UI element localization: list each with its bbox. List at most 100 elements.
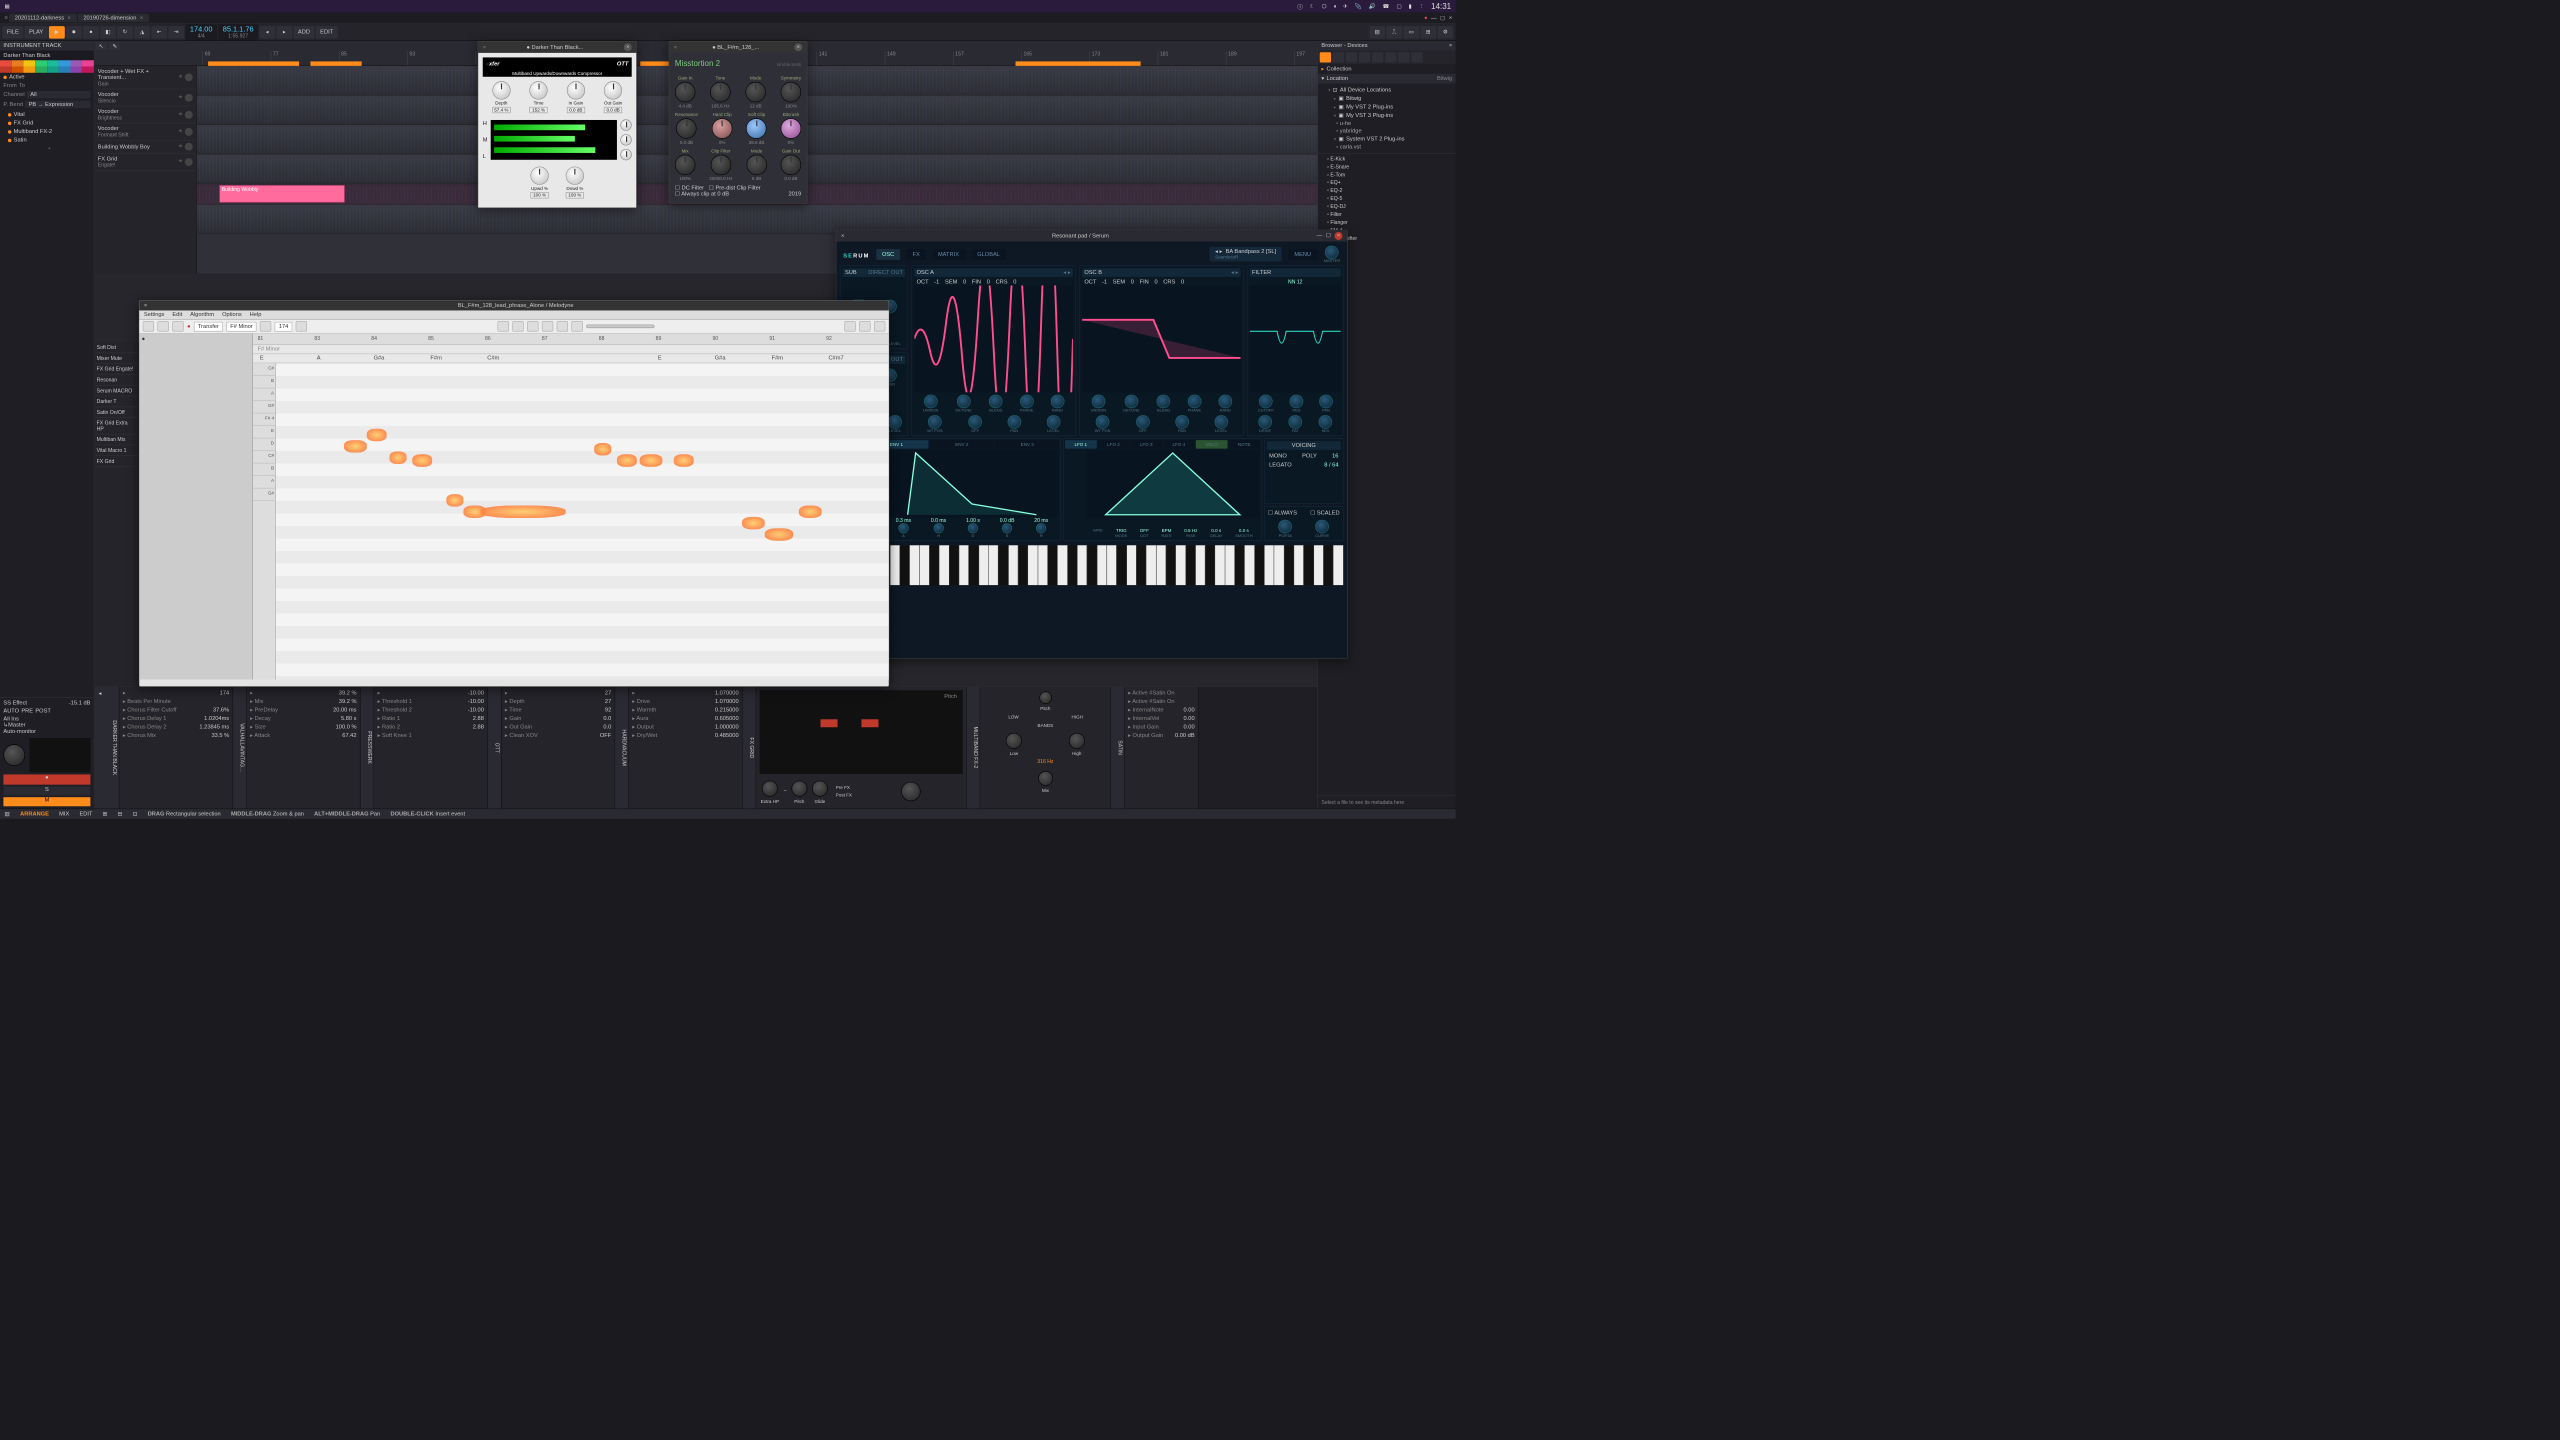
time-knob[interactable]: [529, 81, 547, 99]
param-row[interactable]: ▸ Drive1.070000: [631, 698, 740, 705]
prev-marker-button[interactable]: ◂: [259, 26, 275, 39]
device-label[interactable]: HARDVACUUM: [615, 687, 629, 809]
mix-knob[interactable]: [1319, 415, 1333, 429]
melodyne-note-blob[interactable]: [640, 454, 663, 467]
serum-tab-fx[interactable]: FX: [907, 249, 926, 260]
pre-button[interactable]: PRE: [21, 708, 33, 714]
close-icon[interactable]: ×: [483, 44, 486, 50]
device-label[interactable]: FX GRID: [743, 687, 757, 809]
track-item[interactable]: Multiband FX-2: [0, 127, 94, 136]
tree-leaf[interactable]: ▫ yabridge: [1321, 127, 1452, 134]
punch-in-button[interactable]: ⇤: [151, 26, 167, 39]
browser-result-item[interactable]: ▫ EQ-DJ: [1318, 202, 1456, 210]
osca-wavetable-display[interactable]: [914, 285, 1073, 392]
browser-result-item[interactable]: ▫ EQ+: [1318, 179, 1456, 187]
record-arm[interactable]: ●: [3, 774, 90, 784]
close-icon[interactable]: ×: [674, 44, 677, 50]
window-rec-icon[interactable]: ●: [1424, 15, 1427, 21]
mix-strip-item[interactable]: Multiban Mix: [94, 434, 138, 445]
add-track[interactable]: +: [0, 144, 94, 153]
browser-result-item[interactable]: ▫ E-Tom: [1318, 171, 1456, 179]
device-valhalla[interactable]: ▸ 39.2 %▸ Mix39.2 %▸ PreDelay20.00 ms▸ D…: [247, 687, 361, 809]
high-knob[interactable]: [1069, 733, 1085, 749]
link-icon[interactable]: [296, 321, 307, 331]
device-label[interactable]: SATIN: [1111, 687, 1125, 809]
pan-knob[interactable]: [1175, 415, 1189, 429]
env-A-knob[interactable]: [898, 523, 908, 533]
mix-tab[interactable]: MIX: [59, 811, 69, 817]
serum-keyboard[interactable]: [871, 545, 1344, 585]
oscb-wavetable-display[interactable]: [1082, 285, 1241, 392]
resonance-knob[interactable]: [676, 118, 696, 138]
file-menu[interactable]: FILE: [2, 26, 23, 39]
gain-in-knob[interactable]: [675, 82, 695, 102]
device-satin[interactable]: ▸ Active #Satin On▸ Active #Satin On▸ In…: [1125, 687, 1199, 809]
param-row[interactable]: ▸ Warmth0.215000: [631, 706, 740, 713]
param-row[interactable]: ▸ InternalVel0.00: [1127, 715, 1196, 722]
mix-knob[interactable]: [901, 782, 920, 801]
env-H-knob[interactable]: [933, 523, 943, 533]
close-icon[interactable]: ×: [624, 43, 632, 51]
tone-knob[interactable]: [710, 82, 730, 102]
browser-tab[interactable]: [1320, 52, 1331, 62]
chevron-left-icon[interactable]: ◂: [99, 690, 102, 696]
device-button[interactable]: ▭: [1403, 26, 1419, 39]
cutoff-knob[interactable]: [1259, 395, 1273, 409]
close-icon[interactable]: ×: [1449, 43, 1452, 49]
noise-level-knob[interactable]: [888, 415, 902, 429]
fat-knob[interactable]: [1288, 415, 1302, 429]
close-icon[interactable]: ×: [1334, 232, 1342, 240]
lfo-editor[interactable]: LFO 1LFO 2LFO 3LFO 4VELONOTE GRIDTRIGMOD…: [1063, 438, 1261, 540]
tree-leaf[interactable]: ▫ u-he: [1321, 120, 1452, 127]
project-tab[interactable]: 20190726-dimension×: [78, 14, 149, 23]
preset-selector[interactable]: ◂ ▸ BA Bandpass 2 [SL]SeamlessR: [1209, 247, 1281, 262]
tool-pitch[interactable]: [512, 321, 523, 331]
melodyne-note-blob[interactable]: [389, 451, 406, 464]
device-label[interactable]: PRESSWERK: [360, 687, 374, 809]
color-palette[interactable]: [0, 60, 94, 73]
param-row[interactable]: ▸ InternalNote0.00: [1127, 706, 1196, 713]
param-row[interactable]: ▸ Soft Knee 1: [376, 732, 485, 739]
cursor-tool[interactable]: ↖: [96, 42, 107, 50]
filter-display[interactable]: [1250, 285, 1341, 392]
env-tab[interactable]: ENV 2: [930, 440, 994, 449]
rand-knob[interactable]: [1051, 395, 1065, 409]
ott-plugin-window[interactable]: ×● Darker Than Black...× ▸xferOTT Multib…: [478, 41, 637, 208]
location-header[interactable]: Location: [1327, 76, 1349, 82]
window-min-icon[interactable]: —: [1431, 15, 1437, 21]
browser-button[interactable]: ⊞: [1420, 26, 1436, 39]
project-tab[interactable]: 20201112-darkness×: [9, 14, 77, 23]
tool-amplitude[interactable]: [542, 321, 553, 331]
track-header[interactable]: VocoderBrightness★: [94, 106, 196, 123]
melodyne-note-blob[interactable]: [367, 429, 387, 442]
blend-knob[interactable]: [989, 395, 1003, 409]
browser-result-item[interactable]: ▫ E-Kick: [1318, 155, 1456, 163]
view-button[interactable]: [172, 321, 183, 331]
automon-toggle[interactable]: Auto-monitor: [3, 728, 90, 734]
melodyne-note-blob[interactable]: [594, 443, 611, 456]
tray-clip-icon[interactable]: 📎: [1355, 3, 1362, 9]
browser-result-item[interactable]: ▫ EQ-2: [1318, 187, 1456, 195]
dashboard-button[interactable]: ▤: [1369, 26, 1385, 39]
master-knob[interactable]: [1325, 245, 1339, 259]
alwaysclip-check[interactable]: ☐ Always clip at 0 dB 2019: [675, 191, 801, 197]
mute-button[interactable]: M: [3, 797, 90, 806]
next-marker-button[interactable]: ▸: [276, 26, 292, 39]
param-row[interactable]: ▸ Active #Satin On: [1127, 698, 1196, 705]
tray-phone-icon[interactable]: ☎: [1383, 3, 1390, 9]
param-row[interactable]: ▸ Clean XOVOFF: [504, 732, 613, 739]
track-name[interactable]: Darker Than Black: [0, 51, 94, 61]
postfx-slot[interactable]: Post FX: [832, 792, 855, 798]
menu-button[interactable]: MENU: [1289, 249, 1317, 260]
rand-knob[interactable]: [1218, 395, 1232, 409]
serum-tab-global[interactable]: GLOBAL: [972, 249, 1006, 260]
window-close-icon[interactable]: ×: [1449, 15, 1452, 21]
melodyne-note-blob[interactable]: [674, 454, 694, 467]
unison-knob[interactable]: [924, 395, 938, 409]
browser-result-item[interactable]: ▫ E-Snare: [1318, 163, 1456, 171]
transfer-button[interactable]: Transfer: [194, 322, 223, 332]
menu-help[interactable]: Help: [250, 312, 262, 318]
tray-telegram-icon[interactable]: ✈: [1343, 3, 1348, 9]
tree-node[interactable]: ▣Bitwig: [1321, 94, 1452, 103]
tray-display-icon[interactable]: ▢: [1396, 3, 1401, 9]
